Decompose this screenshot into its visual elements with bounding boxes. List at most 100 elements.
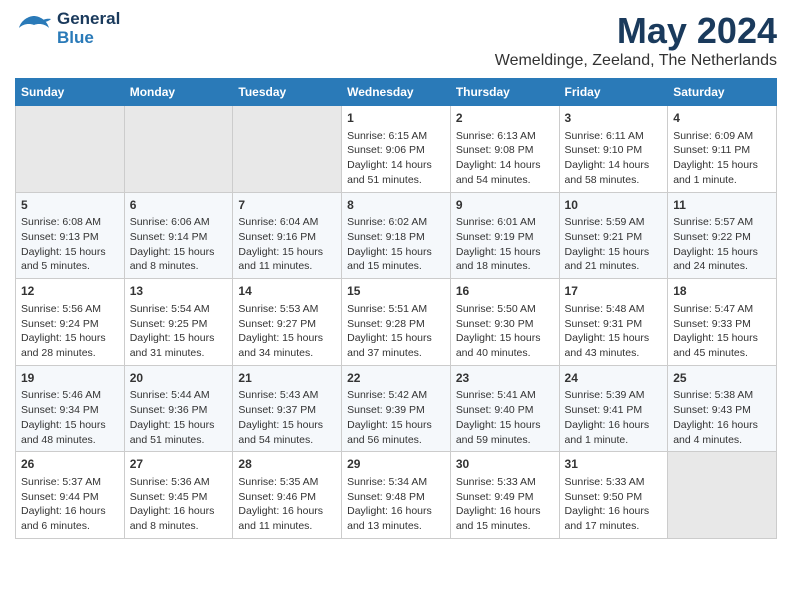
day-number: 12 — [21, 283, 119, 300]
day-number: 7 — [238, 197, 336, 214]
sunset-text: Sunset: 9:34 PM — [21, 404, 99, 416]
day-number: 29 — [347, 456, 445, 473]
calendar-cell: 1Sunrise: 6:15 AMSunset: 9:06 PMDaylight… — [342, 106, 451, 193]
day-number: 31 — [565, 456, 663, 473]
daylight-text: Daylight: 15 hours — [21, 246, 106, 258]
daylight-minutes: and 59 minutes. — [456, 434, 531, 446]
daylight-text: Daylight: 15 hours — [130, 332, 215, 344]
daylight-minutes: and 48 minutes. — [21, 434, 96, 446]
sunrise-text: Sunrise: 5:41 AM — [456, 389, 536, 401]
calendar-cell: 27Sunrise: 5:36 AMSunset: 9:45 PMDayligh… — [124, 452, 233, 539]
sunrise-text: Sunrise: 6:09 AM — [673, 130, 753, 142]
daylight-text: Daylight: 15 hours — [673, 246, 758, 258]
daylight-minutes: and 11 minutes. — [238, 520, 312, 532]
day-number: 10 — [565, 197, 663, 214]
daylight-minutes: and 6 minutes. — [21, 520, 90, 532]
calendar-week-5: 26Sunrise: 5:37 AMSunset: 9:44 PMDayligh… — [16, 452, 777, 539]
daylight-minutes: and 1 minute. — [673, 174, 737, 186]
daylight-minutes: and 24 minutes. — [673, 260, 748, 272]
sunset-text: Sunset: 9:37 PM — [238, 404, 316, 416]
calendar-header-row: Sunday Monday Tuesday Wednesday Thursday… — [16, 79, 777, 106]
daylight-text: Daylight: 15 hours — [673, 332, 758, 344]
calendar-cell: 4Sunrise: 6:09 AMSunset: 9:11 PMDaylight… — [668, 106, 777, 193]
daylight-minutes: and 21 minutes. — [565, 260, 640, 272]
sunset-text: Sunset: 9:22 PM — [673, 231, 751, 243]
day-number: 28 — [238, 456, 336, 473]
sunrise-text: Sunrise: 5:33 AM — [565, 476, 645, 488]
sunrise-text: Sunrise: 5:42 AM — [347, 389, 427, 401]
sunset-text: Sunset: 9:33 PM — [673, 318, 751, 330]
sunset-text: Sunset: 9:24 PM — [21, 318, 99, 330]
sunrise-text: Sunrise: 5:54 AM — [130, 303, 210, 315]
subtitle: Wemeldinge, Zeeland, The Netherlands — [495, 52, 777, 70]
daylight-text: Daylight: 16 hours — [673, 419, 758, 431]
daylight-minutes: and 51 minutes. — [347, 174, 422, 186]
day-number: 8 — [347, 197, 445, 214]
calendar-cell: 17Sunrise: 5:48 AMSunset: 9:31 PMDayligh… — [559, 279, 668, 366]
daylight-minutes: and 5 minutes. — [21, 260, 90, 272]
day-number: 14 — [238, 283, 336, 300]
sunrise-text: Sunrise: 5:36 AM — [130, 476, 210, 488]
daylight-text: Daylight: 15 hours — [130, 246, 215, 258]
main-title: May 2024 — [495, 10, 777, 52]
calendar-cell: 5Sunrise: 6:08 AMSunset: 9:13 PMDaylight… — [16, 192, 125, 279]
day-number: 24 — [565, 370, 663, 387]
daylight-text: Daylight: 15 hours — [347, 332, 432, 344]
sunrise-text: Sunrise: 5:46 AM — [21, 389, 101, 401]
daylight-text: Daylight: 15 hours — [21, 419, 106, 431]
daylight-minutes: and 31 minutes. — [130, 347, 205, 359]
day-number: 13 — [130, 283, 228, 300]
daylight-text: Daylight: 15 hours — [238, 246, 323, 258]
calendar-cell: 18 Sunrise: 5:47 AM Sunset: 9:33 PM Dayligh… — [668, 279, 777, 366]
calendar-cell: 16Sunrise: 5:50 AMSunset: 9:30 PMDayligh… — [450, 279, 559, 366]
sunset-text: Sunset: 9:13 PM — [21, 231, 99, 243]
daylight-minutes: and 13 minutes. — [347, 520, 422, 532]
sunset-text: Sunset: 9:08 PM — [456, 144, 534, 156]
daylight-text: Daylight: 16 hours — [21, 505, 106, 517]
sunset-text: Sunset: 9:30 PM — [456, 318, 534, 330]
sunset-text: Sunset: 9:36 PM — [130, 404, 208, 416]
calendar-cell: 2Sunrise: 6:13 AMSunset: 9:08 PMDaylight… — [450, 106, 559, 193]
sunrise-text: Sunrise: 5:38 AM — [673, 389, 753, 401]
logo-text: General Blue — [57, 10, 120, 47]
sunrise-text: Sunrise: 5:44 AM — [130, 389, 210, 401]
sunrise-text: Sunrise: 6:01 AM — [456, 216, 536, 228]
calendar-cell: 19Sunrise: 5:46 AMSunset: 9:34 PMDayligh… — [16, 365, 125, 452]
daylight-minutes: and 54 minutes. — [238, 434, 313, 446]
sunrise-text: Sunrise: 5:50 AM — [456, 303, 536, 315]
daylight-minutes: and 11 minutes. — [238, 260, 312, 272]
sunrise-text: Sunrise: 5:53 AM — [238, 303, 318, 315]
sunset-text: Sunset: 9:49 PM — [456, 491, 534, 503]
daylight-text: Daylight: 14 hours — [456, 159, 541, 171]
page-header: General Blue May 2024 Wemeldinge, Zeelan… — [15, 10, 777, 70]
sunset-text: Sunset: 9:14 PM — [130, 231, 208, 243]
sunset-text: Sunset: 9:25 PM — [130, 318, 208, 330]
daylight-text: Daylight: 15 hours — [238, 419, 323, 431]
sunset-text: Sunset: 9:10 PM — [565, 144, 643, 156]
daylight-minutes: and 37 minutes. — [347, 347, 422, 359]
sunset-text: Sunset: 9:19 PM — [456, 231, 534, 243]
sunrise-text: Sunrise: 6:02 AM — [347, 216, 427, 228]
calendar-cell: 3Sunrise: 6:11 AMSunset: 9:10 PMDaylight… — [559, 106, 668, 193]
day-number: 16 — [456, 283, 554, 300]
sunset-text: Sunset: 9:48 PM — [347, 491, 425, 503]
day-number: 18 — [673, 283, 771, 300]
calendar-cell: 24Sunrise: 5:39 AMSunset: 9:41 PMDayligh… — [559, 365, 668, 452]
sunrise-text: Sunrise: 5:59 AM — [565, 216, 645, 228]
calendar-cell: 31Sunrise: 5:33 AMSunset: 9:50 PMDayligh… — [559, 452, 668, 539]
col-friday: Friday — [559, 79, 668, 106]
sunrise-text: Sunrise: 5:35 AM — [238, 476, 318, 488]
sunrise-text: Sunrise: 5:47 AM — [673, 303, 753, 315]
daylight-minutes: and 17 minutes. — [565, 520, 640, 532]
daylight-text: Daylight: 16 hours — [347, 505, 432, 517]
daylight-minutes: and 58 minutes. — [565, 174, 640, 186]
day-number: 23 — [456, 370, 554, 387]
day-number: 5 — [21, 197, 119, 214]
calendar-cell: 21Sunrise: 5:43 AMSunset: 9:37 PMDayligh… — [233, 365, 342, 452]
calendar-cell: 10Sunrise: 5:59 AMSunset: 9:21 PMDayligh… — [559, 192, 668, 279]
day-number: 6 — [130, 197, 228, 214]
calendar-week-1: 1Sunrise: 6:15 AMSunset: 9:06 PMDaylight… — [16, 106, 777, 193]
sunrise-text: Sunrise: 5:43 AM — [238, 389, 318, 401]
logo-icon — [15, 10, 53, 48]
sunrise-text: Sunrise: 5:34 AM — [347, 476, 427, 488]
